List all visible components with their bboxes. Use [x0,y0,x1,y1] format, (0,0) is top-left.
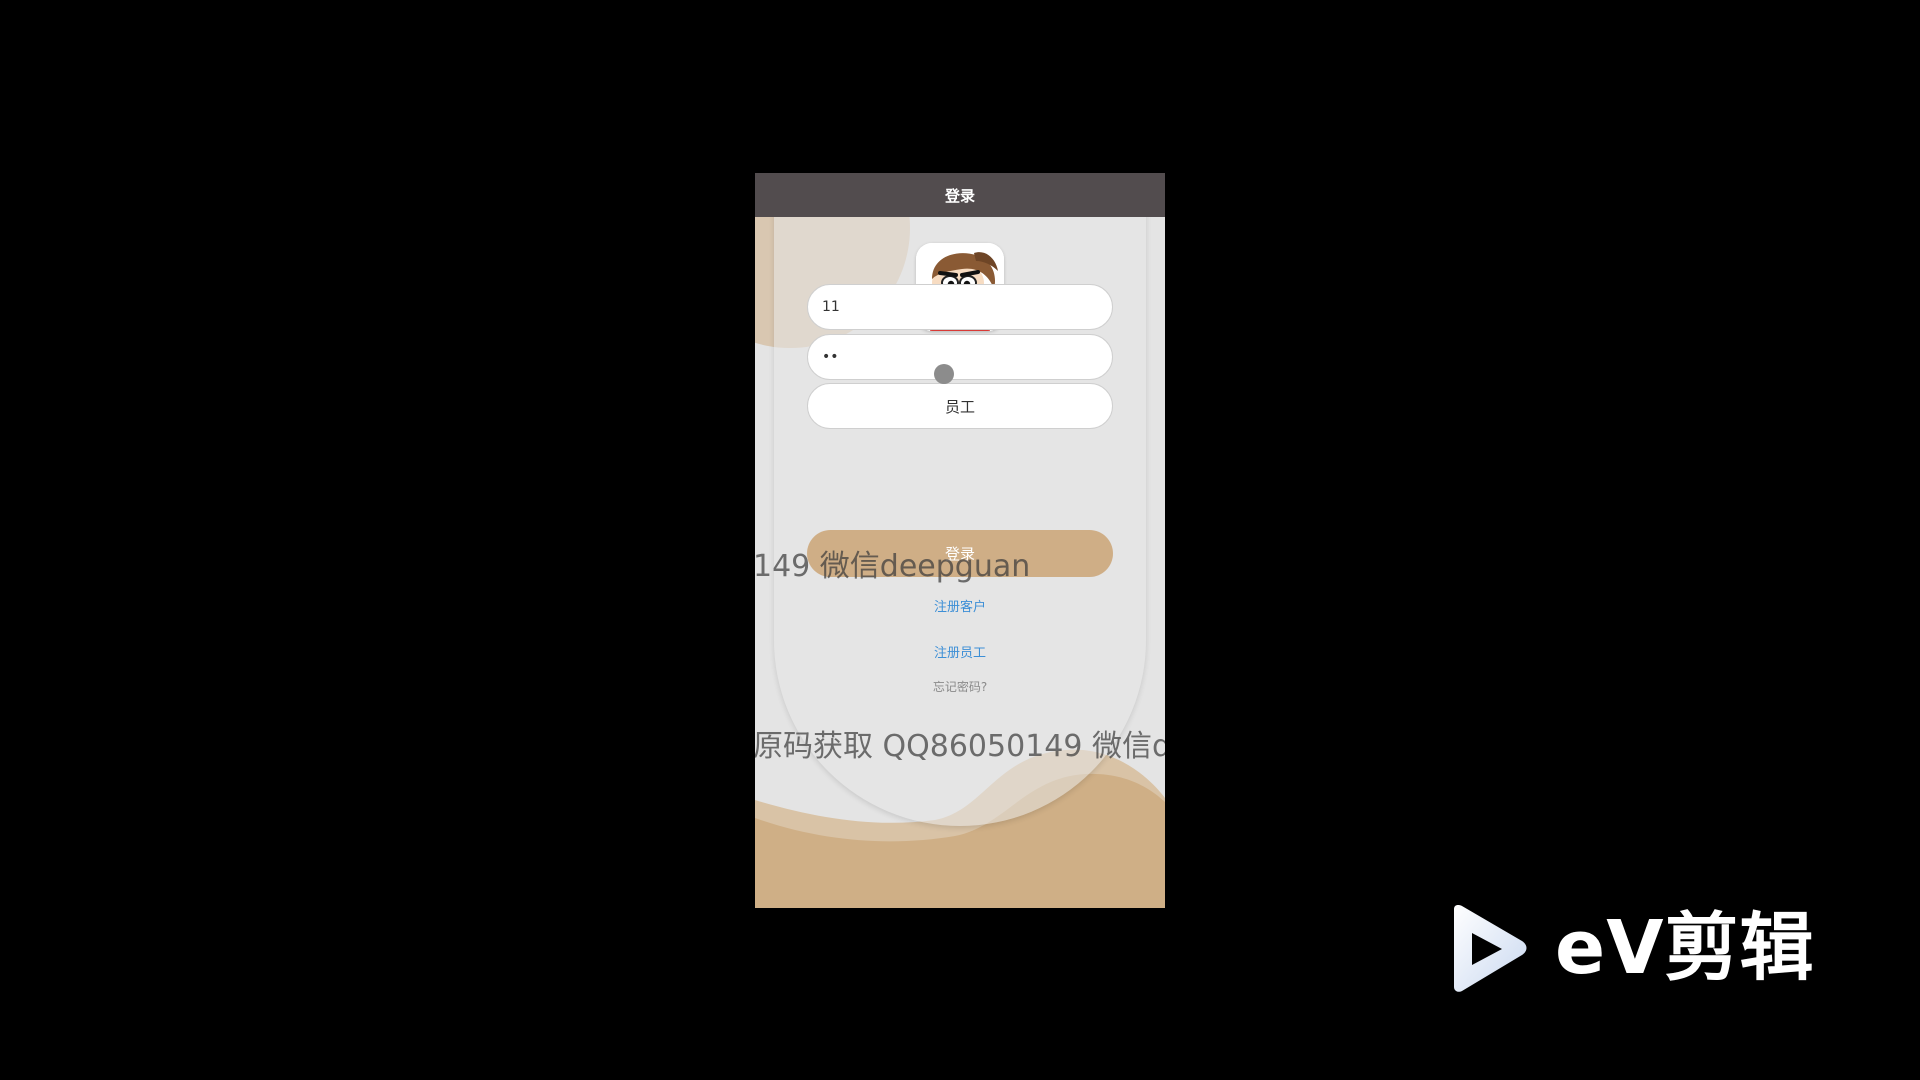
app-brand-name: eV剪辑 [1555,905,1815,991]
password-field[interactable] [807,334,1113,380]
forgot-password-link[interactable]: 忘记密码? [755,678,1165,695]
username-input[interactable] [808,285,1112,329]
register-customer-link[interactable]: 注册客户 [755,596,1165,615]
phone-screen: 登录 员工 登录 注册客户 注册员工 [755,173,1165,908]
password-input[interactable] [808,335,1112,379]
watermark-text-1: 149 微信deepguan [755,549,1031,584]
role-select-value: 员工 [944,397,975,416]
page-title: 登录 [944,186,975,205]
nav-bar: 登录 [755,173,1165,217]
touch-cursor-indicator [934,364,954,384]
username-field[interactable] [807,284,1113,330]
role-select[interactable]: 员工 [807,383,1113,429]
watermark-text-2: 原码获取 QQ86050149 微信de [755,729,1165,764]
register-employee-link[interactable]: 注册员工 [755,642,1165,661]
